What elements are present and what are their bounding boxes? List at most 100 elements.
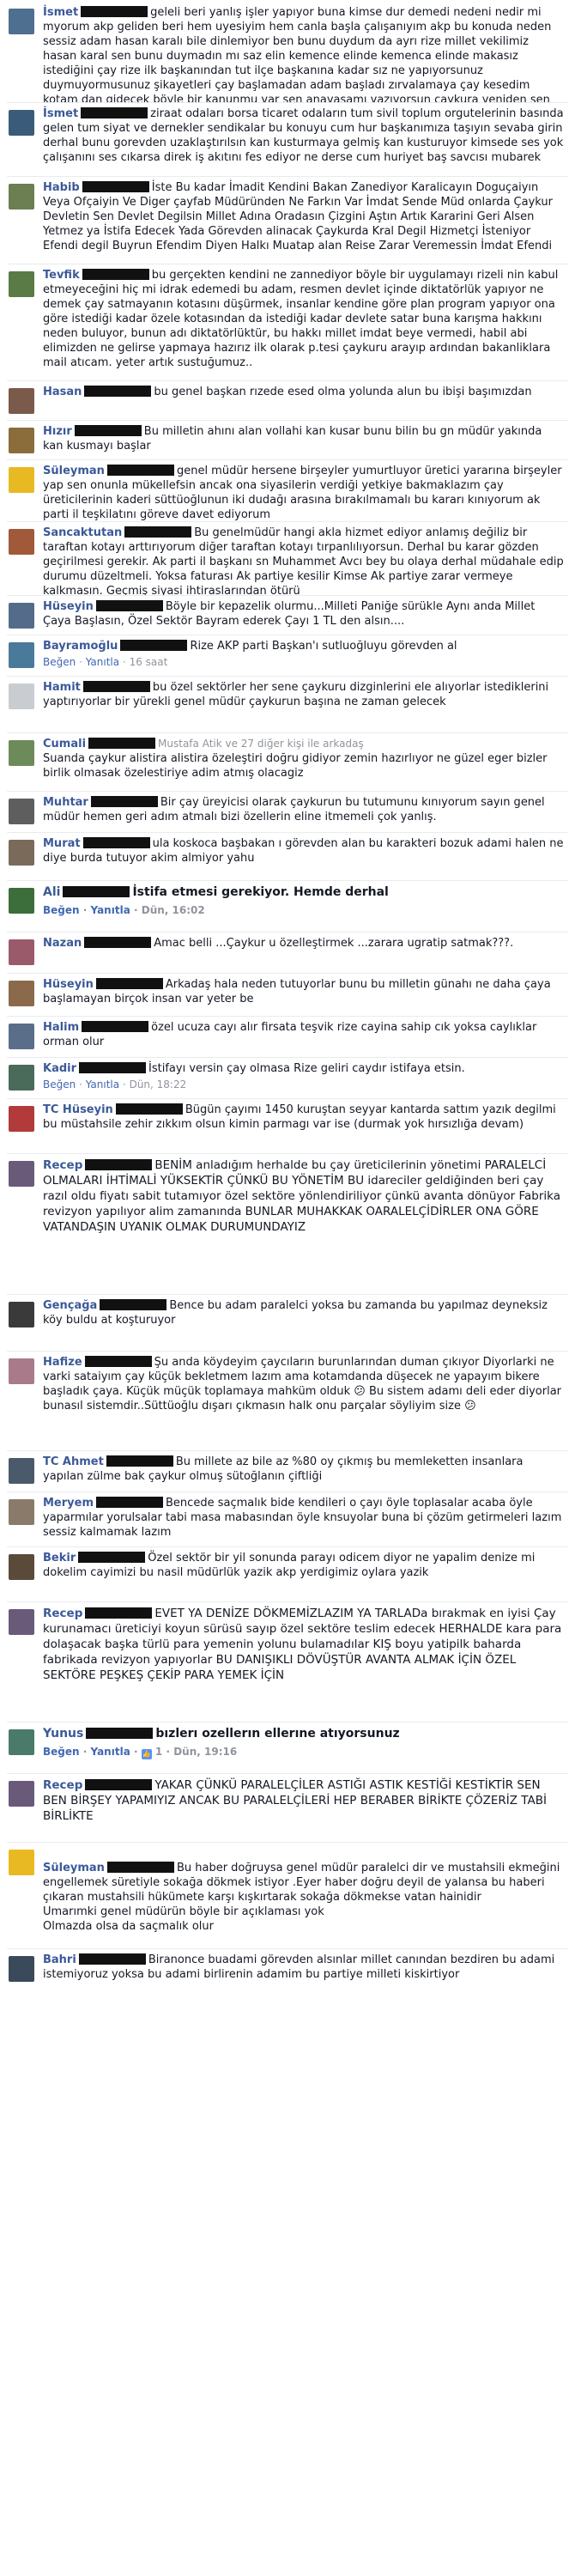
commenter-name[interactable]: TC Hüseyin: [43, 1103, 113, 1116]
avatar[interactable]: [9, 642, 34, 668]
commenter-name[interactable]: Gençağa: [43, 1299, 97, 1312]
comment-item: Bekir Özel sektör bir yil sonunda parayı …: [7, 1547, 568, 1602]
comment-text: bu gerçekten kendini ne zannediyor böyle…: [43, 269, 559, 369]
like-count[interactable]: 1: [155, 1746, 162, 1758]
redaction-bar: [84, 386, 152, 397]
avatar[interactable]: [9, 1499, 34, 1525]
avatar[interactable]: [9, 1302, 34, 1327]
avatar[interactable]: [9, 939, 34, 965]
avatar[interactable]: [9, 1781, 34, 1807]
commenter-name[interactable]: Cumali: [43, 738, 86, 750]
avatar[interactable]: [9, 388, 34, 414]
comment-body: Recep BENİM anladığım herhalde bu çay üre…: [43, 1157, 565, 1235]
commenter-name[interactable]: Sancaktutan: [43, 526, 122, 539]
redaction-bar: [95, 978, 163, 989]
commenter-name[interactable]: Tevfik: [43, 269, 80, 282]
commenter-name[interactable]: Muhtar: [43, 796, 88, 809]
separator: ·: [82, 904, 88, 916]
avatar[interactable]: [9, 888, 34, 914]
commenter-name[interactable]: Ali: [43, 885, 60, 899]
comment-body: Yunus bızlerı ozellerın ellerıne atıyorsu…: [43, 1726, 565, 1760]
like-link[interactable]: Beğen: [43, 656, 76, 668]
comment-item: TC Hüseyin Bügün çayımı 1450 kuruştan sey…: [7, 1099, 568, 1154]
commenter-name[interactable]: Hamit: [43, 681, 81, 694]
avatar[interactable]: [9, 1554, 34, 1580]
avatar[interactable]: [9, 1106, 34, 1132]
commenter-name[interactable]: Süleyman: [43, 1862, 105, 1874]
redaction-bar: [120, 640, 188, 651]
reply-link[interactable]: Yanıtla: [91, 904, 130, 916]
commenter-name[interactable]: Meryem: [43, 1497, 94, 1510]
commenter-name[interactable]: Yunus: [43, 1727, 83, 1741]
like-link[interactable]: Beğen: [43, 1078, 76, 1091]
avatar[interactable]: [9, 1065, 34, 1091]
comment-body: Hasan bu genel başkan rızede esed olma yo…: [43, 385, 565, 399]
avatar[interactable]: [9, 428, 34, 453]
commenter-name[interactable]: Hüseyin: [43, 600, 94, 613]
separator: ·: [79, 656, 82, 668]
commenter-name[interactable]: Kadir: [43, 1062, 76, 1075]
redaction-bar: [86, 1728, 154, 1739]
timestamp[interactable]: 16 saat: [130, 656, 168, 668]
avatar[interactable]: [9, 271, 34, 297]
comment-item: Hasan bu genel başkan rızede esed olma yo…: [7, 381, 568, 421]
commenter-name[interactable]: İsmet: [43, 6, 78, 19]
avatar[interactable]: [9, 1609, 34, 1635]
commenter-name[interactable]: Halim: [43, 1021, 79, 1034]
avatar[interactable]: [9, 1956, 34, 1982]
commenter-name[interactable]: Hızır: [43, 425, 72, 438]
commenter-name[interactable]: Hüseyin: [43, 978, 94, 991]
comment-text: Amac belli ...Çaykur u özelleştirmek ...…: [154, 937, 514, 950]
commenter-name[interactable]: Nazan: [43, 937, 82, 950]
avatar[interactable]: [9, 1161, 34, 1187]
avatar[interactable]: [9, 981, 34, 1006]
avatar[interactable]: [9, 740, 34, 766]
comment-item: Halim özel ucuza cayı alır firsata teşvik…: [7, 1017, 568, 1058]
commenter-name[interactable]: Bahri: [43, 1953, 76, 1966]
avatar[interactable]: [9, 1024, 34, 1049]
reply-link[interactable]: Yanıtla: [91, 1746, 130, 1758]
comment-item: Nazan Amac belli ...Çaykur u özelleştirme…: [7, 933, 568, 974]
commenter-name[interactable]: Süleyman: [43, 465, 105, 477]
comment-body: Meryem Bencede saçmalık bide kendileri o …: [43, 1496, 565, 1540]
commenter-name[interactable]: Recep: [43, 1158, 82, 1172]
commenter-name[interactable]: Recep: [43, 1607, 82, 1620]
commenter-name[interactable]: Hafize: [43, 1356, 82, 1369]
avatar[interactable]: [9, 184, 34, 210]
avatar[interactable]: [9, 799, 34, 824]
commenter-name[interactable]: İsmet: [43, 107, 78, 120]
avatar[interactable]: [9, 110, 34, 136]
avatar[interactable]: [9, 1850, 34, 1875]
commenter-name[interactable]: Bayramoğlu: [43, 640, 118, 653]
avatar[interactable]: [9, 1358, 34, 1384]
comment-body: TC Ahmet Bu millete az bile az %80 oy çık…: [43, 1455, 565, 1484]
commenter-name[interactable]: Recep: [43, 1778, 82, 1792]
avatar[interactable]: [9, 9, 34, 34]
like-link[interactable]: Beğen: [43, 1746, 80, 1758]
comment-body: Hamit bu özel sektörler her sene çaykuru …: [43, 680, 565, 709]
comment-body: Hafize Şu anda köydeyim çaycıların burunl…: [43, 1355, 565, 1413]
comment-item: İsmet geleli beri yanlış işler yapıyor bu…: [7, 2, 568, 103]
avatar[interactable]: [9, 467, 34, 493]
commenter-name[interactable]: Murat: [43, 837, 81, 850]
reply-link[interactable]: Yanıtla: [86, 1078, 119, 1091]
commenter-name[interactable]: Habib: [43, 181, 80, 194]
avatar[interactable]: [9, 1729, 34, 1755]
reply-link[interactable]: Yanıtla: [86, 656, 119, 668]
avatar[interactable]: [9, 529, 34, 555]
commenter-name[interactable]: Bekir: [43, 1552, 76, 1564]
avatar[interactable]: [9, 683, 34, 709]
comment-item: Hüseyin Böyle bir kepazelik olurmu...Mill…: [7, 596, 568, 635]
timestamp[interactable]: Dün, 19:16: [173, 1746, 237, 1758]
comment-body: Gençağa Bence bu adam paralelci yoksa bu …: [43, 1298, 565, 1327]
commenter-name[interactable]: Hasan: [43, 386, 82, 398]
avatar[interactable]: [9, 840, 34, 866]
commenter-name[interactable]: TC Ahmet: [43, 1455, 104, 1468]
avatar[interactable]: [9, 1458, 34, 1484]
timestamp[interactable]: Dün, 18:22: [130, 1078, 187, 1091]
comment-item: Recep YAKAR ÇÜNKÜ PARALELÇİLER ASTIĞI AST…: [7, 1774, 568, 1843]
like-link[interactable]: Beğen: [43, 904, 80, 916]
timestamp[interactable]: Dün, 16:02: [142, 904, 205, 916]
comment-text: Suanda çaykur alistira alistira özeleşti…: [43, 752, 548, 780]
avatar[interactable]: [9, 603, 34, 629]
